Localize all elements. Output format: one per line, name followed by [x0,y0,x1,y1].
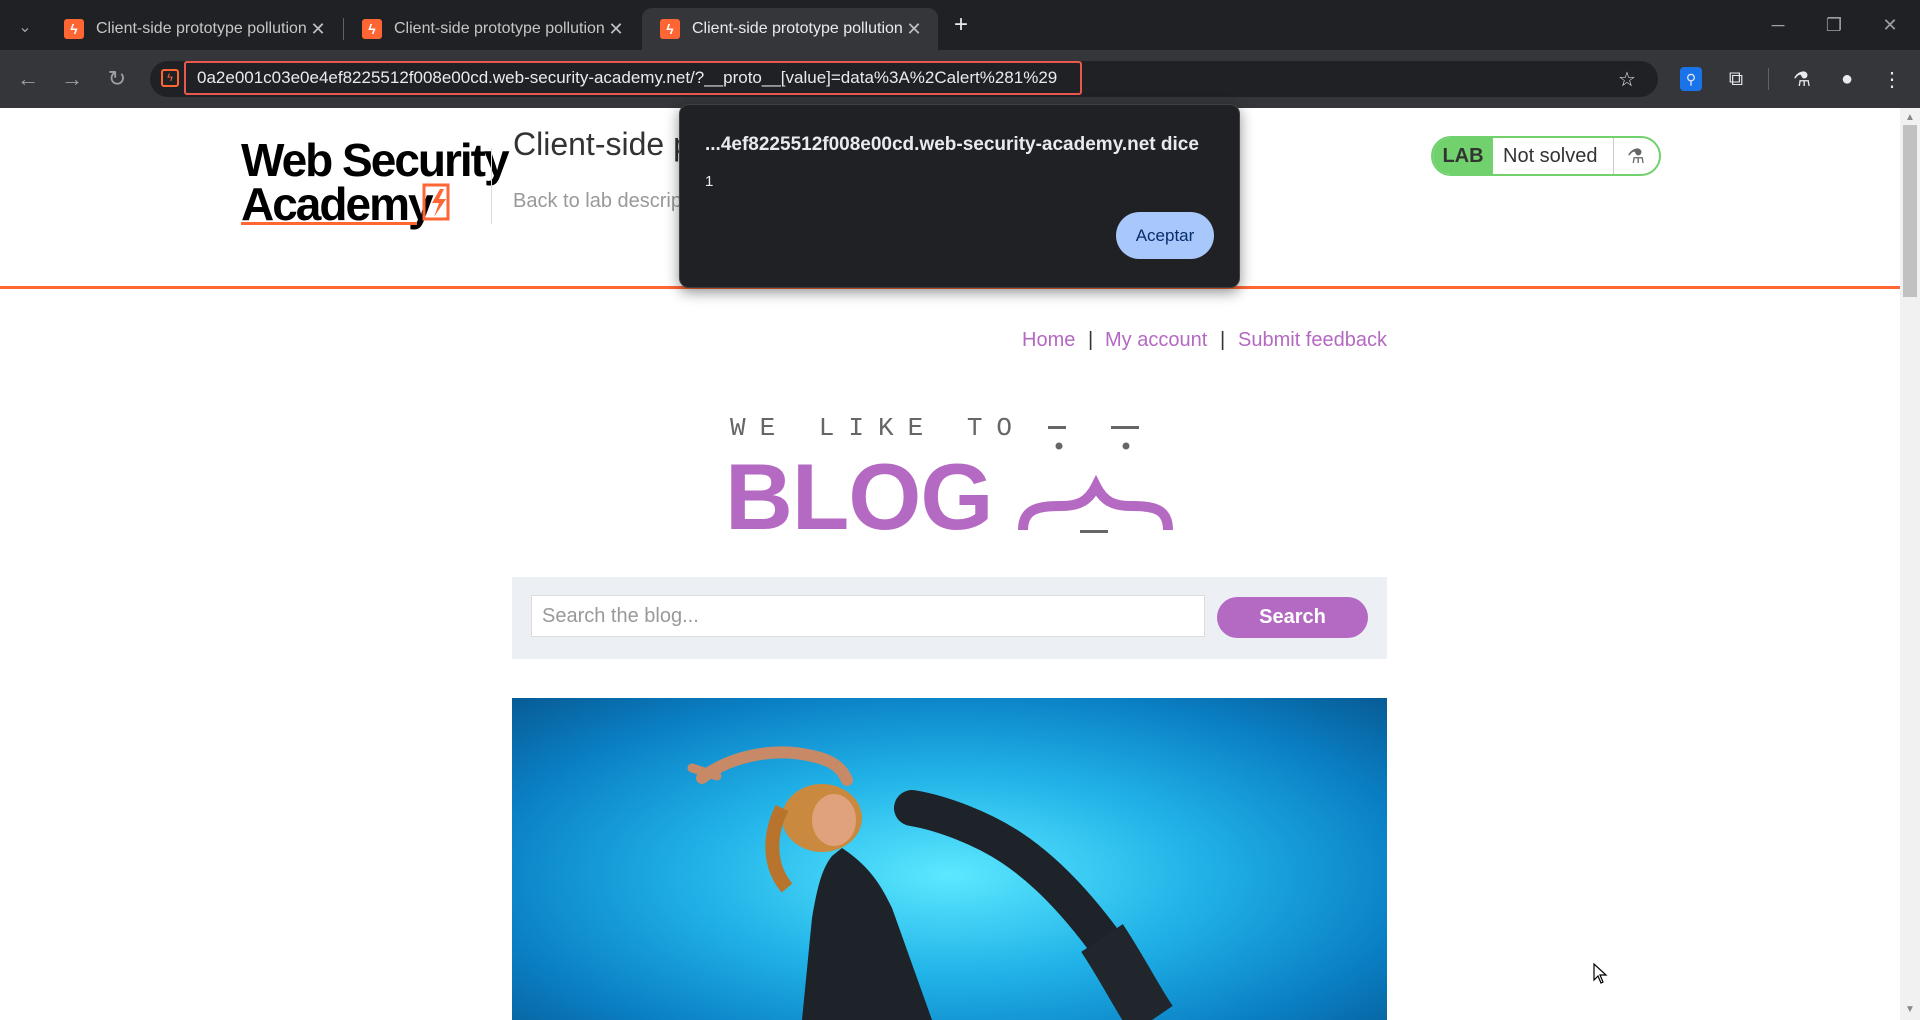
toolbar-separator [1768,68,1769,90]
dialog-ok-button[interactable]: Aceptar [1116,212,1214,259]
lab-status-text: Not solved [1503,144,1598,167]
tab-title: Client-side prototype pollution [394,20,604,37]
back-arrow-icon[interactable]: ← [11,62,45,96]
close-window-icon[interactable]: ✕ [1862,0,1918,50]
browser-tab-3-active[interactable]: ϟ Client-side prototype pollution ✕ [642,8,938,50]
extension-accessibility-icon[interactable]: ⚲ [1680,67,1702,91]
back-to-lab-link[interactable]: Back to lab descrip [513,190,682,213]
restore-icon[interactable]: ❐ [1806,0,1862,50]
blog-post-image[interactable] [512,698,1387,1020]
academy-bolt-logo-icon [422,183,450,221]
scrollbar-thumb[interactable] [1903,125,1917,297]
scroll-down-arrow-icon[interactable]: ▼ [1905,1004,1915,1015]
lab-label: LAB [1433,138,1493,174]
blog-tagline: WE LIKE TO [730,413,1027,443]
tab-title: Client-side prototype pollution [692,20,902,37]
portswigger-favicon-icon: ϟ [64,19,84,39]
header-divider [491,148,492,224]
extensions-puzzle-icon[interactable]: ⧉ [1720,63,1752,95]
browser-tab-2[interactable]: ϟ Client-side prototype pollution ✕ [344,8,640,50]
dialog-title: ...4ef8225512f008e00cd.web-security-acad… [705,134,1199,155]
lab-status-badge: LAB Not solved ⚗ [1431,136,1661,176]
nav-submit-feedback-link[interactable]: Submit feedback [1238,329,1387,352]
search-input[interactable]: Search the blog... [531,595,1205,637]
site-info-icon[interactable]: ϟ [161,69,179,87]
close-tab-icon[interactable]: ✕ [306,19,330,40]
forward-arrow-icon[interactable]: → [55,62,89,96]
profile-avatar-icon[interactable]: ● [1831,63,1863,95]
nav-home-link[interactable]: Home [1022,329,1075,352]
nav-my-account-link[interactable]: My account [1105,329,1207,352]
blog-face-logo-icon [1018,426,1173,533]
bookmark-star-icon[interactable]: ☆ [1611,63,1643,95]
browser-tab-1[interactable]: ϟ Client-side prototype pollution ✕ [46,8,342,50]
tab-title: Client-side prototype pollution [96,20,306,37]
tab-search-chevron-icon[interactable]: ⌄ [8,10,42,44]
new-tab-plus-icon[interactable]: + [944,8,978,42]
close-tab-icon[interactable]: ✕ [604,19,628,40]
lab-title: Client-side p [513,126,691,162]
logo-underline [241,222,417,225]
nav-separator: | [1088,329,1094,351]
alert-dialog [679,104,1240,288]
mouse-cursor-icon [1593,963,1608,984]
minimize-icon[interactable]: ─ [1750,0,1806,50]
portswigger-favicon-icon: ϟ [362,19,382,39]
url-field[interactable]: 0a2e001c03e0e4ef8225512f008e00cd.web-sec… [184,61,1082,95]
menu-kebab-icon[interactable]: ⋮ [1876,63,1908,95]
scroll-up-arrow-icon[interactable]: ▲ [1905,112,1915,123]
portswigger-favicon-icon: ϟ [660,19,680,39]
flask-icon[interactable]: ⚗ [1613,138,1658,174]
labs-flask-icon[interactable]: ⚗ [1786,63,1818,95]
dancer-silhouette-icon [687,746,1173,1020]
close-tab-icon[interactable]: ✕ [902,19,926,40]
nav-separator: | [1220,329,1226,351]
reload-icon[interactable]: ↻ [100,62,134,96]
blog-title: BLOG [725,444,994,549]
search-button[interactable]: Search [1217,597,1368,638]
dialog-message: 1 [705,173,714,190]
